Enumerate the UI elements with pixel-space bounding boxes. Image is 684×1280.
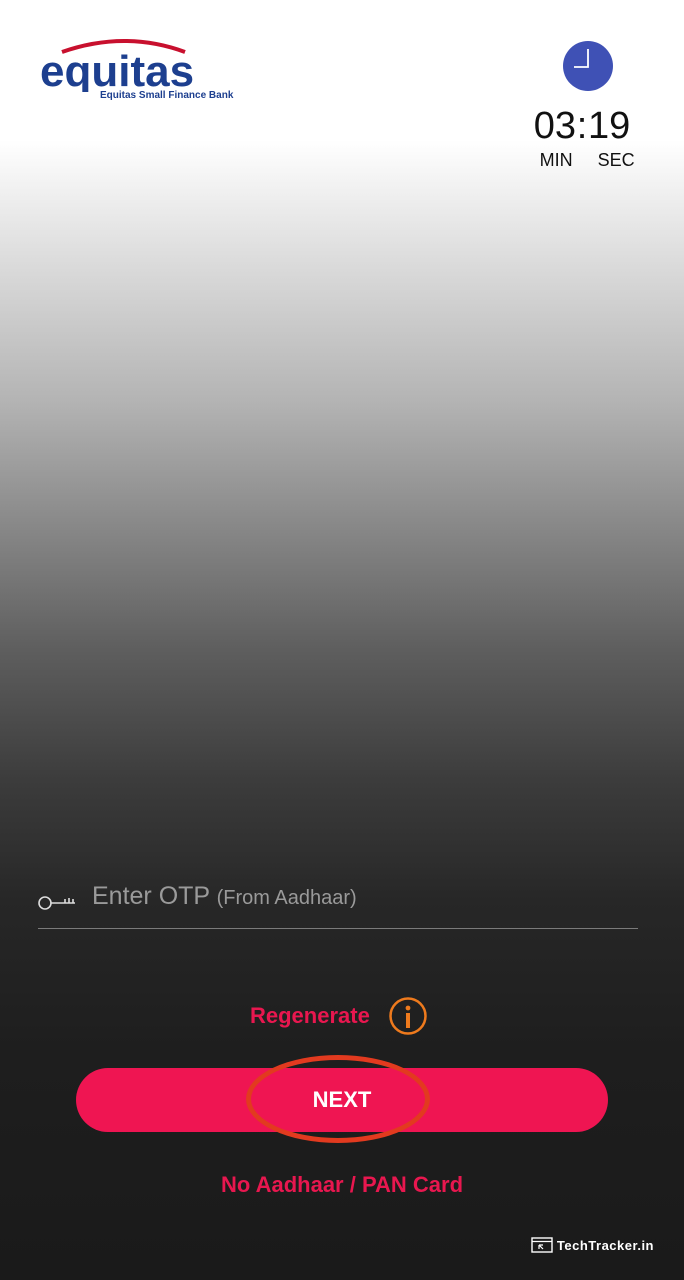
otp-field[interactable]: Enter OTP (From Aadhaar) xyxy=(38,876,638,929)
clock-icon xyxy=(563,41,613,91)
no-aadhaar-pan-link[interactable]: No Aadhaar / PAN Card xyxy=(0,1172,684,1198)
timer-minutes: 03 xyxy=(533,105,576,147)
logo-wordmark: equitas xyxy=(40,47,194,92)
otp-countdown-timer: 03 : 19 MIN SEC xyxy=(530,106,650,171)
watermark: TechTracker.in xyxy=(531,1237,654,1253)
regenerate-row: Regenerate xyxy=(250,996,428,1036)
browser-window-icon xyxy=(531,1237,553,1253)
info-icon[interactable] xyxy=(388,996,428,1036)
watermark-text: TechTracker.in xyxy=(556,1237,654,1253)
timer-separator: : xyxy=(576,105,588,147)
timer-min-label: MIN xyxy=(539,150,573,170)
key-icon xyxy=(38,896,75,910)
logo-mark: equitas xyxy=(40,39,194,92)
timer-sec-label: SEC xyxy=(597,150,635,170)
next-button-label: NEXT xyxy=(312,1087,372,1112)
regenerate-link[interactable]: Regenerate xyxy=(250,1003,370,1029)
timer-seconds: 19 xyxy=(588,105,631,147)
otp-input[interactable] xyxy=(90,880,614,922)
logo-subtitle: Equitas Small Finance Bank xyxy=(100,90,234,101)
next-button[interactable]: NEXT xyxy=(76,1068,608,1132)
